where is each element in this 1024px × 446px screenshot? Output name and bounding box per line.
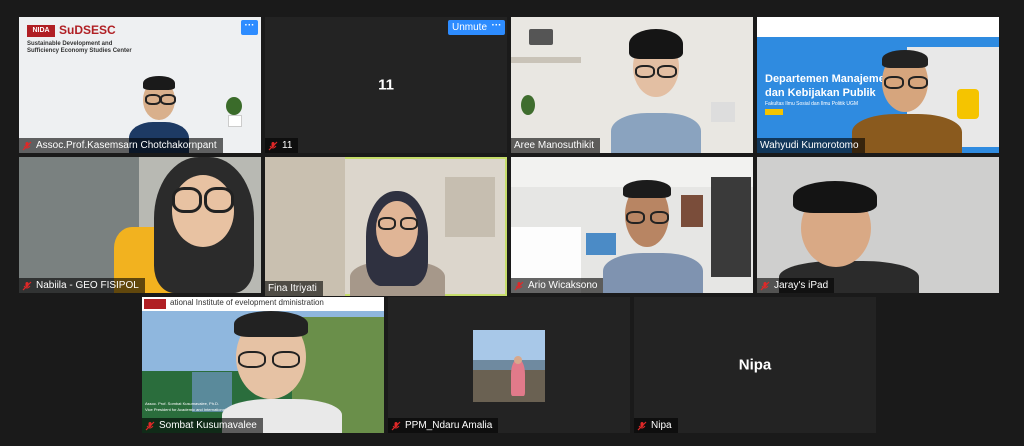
more-options-button[interactable]: ··· bbox=[488, 20, 505, 35]
sudsesc-title: SuDSESC bbox=[59, 23, 116, 37]
participant-name: Jaray's iPad bbox=[774, 280, 829, 291]
participant-tile[interactable]: NIDA SuDSESC Sustainable Development and… bbox=[19, 17, 261, 153]
participant-name: Fina Itriyati bbox=[268, 283, 317, 294]
participant-name: PPM_Ndaru Amalia bbox=[405, 420, 493, 431]
participant-name: Assoc.Prof.Kasemsarn Chotchakornpant bbox=[36, 140, 217, 151]
participant-avatar bbox=[473, 330, 545, 402]
more-options-button[interactable]: ··· bbox=[241, 20, 258, 35]
participant-tile[interactable]: Nipa Nipa bbox=[634, 297, 876, 433]
nida-banner-text: ational Institute of evelopment dministr… bbox=[170, 298, 324, 307]
participant-tile[interactable]: PPM_Ndaru Amalia bbox=[388, 297, 630, 433]
participant-video bbox=[852, 50, 962, 153]
participant-tile[interactable]: Departemen Manajemen dan Kebijakan Publi… bbox=[757, 17, 999, 153]
participant-tile[interactable]: Nabiila - GEO FISIPOL bbox=[19, 157, 261, 293]
participant-name-label: Ario Wicaksono bbox=[511, 278, 604, 293]
participant-tile[interactable]: Ario Wicaksono bbox=[511, 157, 753, 293]
participant-name: Wahyudi Kumorotomo bbox=[760, 140, 859, 151]
camera-decoration bbox=[529, 29, 553, 45]
participant-tile-active-speaker[interactable]: Fina Itriyati bbox=[265, 157, 507, 296]
participant-tile[interactable]: Jaray's iPad bbox=[757, 157, 999, 293]
participant-name-label: Aree Manosuthikit bbox=[511, 138, 601, 153]
participant-display-name: Nipa bbox=[738, 356, 772, 374]
mic-muted-icon bbox=[268, 141, 278, 150]
participant-name: 11 bbox=[282, 140, 293, 151]
caption-line1: Assoc. Prof. Sombat Kusumavalee, Ph.D. bbox=[145, 401, 220, 406]
mic-muted-icon bbox=[22, 281, 32, 290]
dept-subtitle: Fakultas Ilmu Sosial dan Ilmu Politik UG… bbox=[765, 101, 859, 107]
participant-video bbox=[511, 157, 753, 293]
plant-decoration bbox=[224, 97, 244, 127]
participant-name-label: Sombat Kusumavalee bbox=[142, 418, 263, 433]
participant-video bbox=[511, 17, 753, 153]
participant-video bbox=[19, 157, 261, 293]
participant-tile[interactable]: ational Institute of evelopment dministr… bbox=[142, 297, 384, 433]
participant-name: Aree Manosuthikit bbox=[514, 140, 595, 151]
virtual-background: NIDA SuDSESC Sustainable Development and… bbox=[19, 17, 261, 153]
unmute-button[interactable]: Unmute bbox=[448, 20, 492, 35]
participant-display-name: 11 bbox=[378, 76, 394, 94]
participant-video bbox=[757, 157, 999, 293]
mic-muted-icon bbox=[760, 281, 770, 290]
participant-name: Nabiila - GEO FISIPOL bbox=[36, 280, 139, 291]
participant-name-label: Nabiila - GEO FISIPOL bbox=[19, 278, 145, 293]
participant-name-label: Assoc.Prof.Kasemsarn Chotchakornpant bbox=[19, 138, 223, 153]
mic-muted-icon bbox=[391, 421, 401, 430]
participant-name-label: Fina Itriyati bbox=[265, 281, 323, 296]
center-name-line2: Sufficiency Economy Studies Center bbox=[27, 48, 132, 54]
mic-muted-icon bbox=[145, 421, 155, 430]
participant-name: Sombat Kusumavalee bbox=[159, 420, 257, 431]
mic-muted-icon bbox=[514, 281, 524, 290]
participant-name: Nipa bbox=[651, 420, 672, 431]
participant-name-label: PPM_Ndaru Amalia bbox=[388, 418, 499, 433]
nida-logo: NIDA bbox=[27, 25, 55, 37]
center-name-line1: Sustainable Development and bbox=[27, 41, 113, 47]
participant-video bbox=[265, 157, 507, 296]
participant-video bbox=[222, 311, 342, 433]
participant-name-label: 11 bbox=[265, 138, 299, 153]
mic-muted-icon bbox=[637, 421, 647, 430]
participant-name-label: Nipa bbox=[634, 418, 678, 433]
nida-logo-small bbox=[144, 299, 166, 309]
participant-tile[interactable]: Aree Manosuthikit bbox=[511, 17, 753, 153]
participant-name-label: Wahyudi Kumorotomo bbox=[757, 138, 865, 153]
participant-name-label: Jaray's iPad bbox=[757, 278, 835, 293]
participant-tile[interactable]: 11 Unmute ··· 11 bbox=[265, 17, 507, 153]
mic-muted-icon bbox=[22, 141, 32, 150]
participant-name: Ario Wicaksono bbox=[528, 280, 598, 291]
